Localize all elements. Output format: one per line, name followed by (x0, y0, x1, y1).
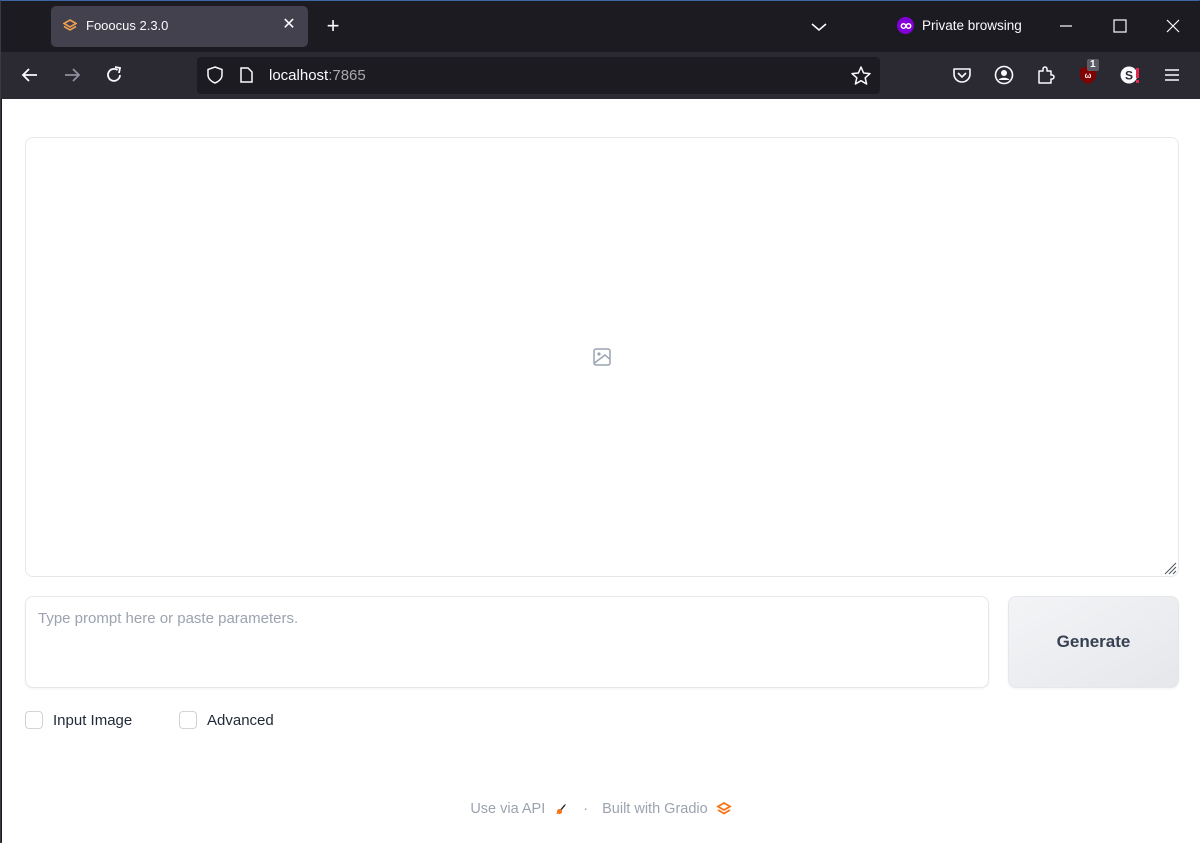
gradio-logo-icon (63, 19, 77, 31)
built-with-gradio-link[interactable]: Built with Gradio (602, 801, 732, 817)
output-gallery (25, 137, 1179, 577)
input-image-checkbox[interactable] (25, 711, 43, 729)
use-via-api-label: Use via API (470, 801, 546, 817)
pocket-icon[interactable] (951, 64, 973, 86)
footer: Use via API · Built with Gradio (2, 801, 1200, 817)
close-window-icon[interactable] (1160, 13, 1186, 39)
private-browsing-label: Private browsing (922, 18, 1022, 33)
extension-badge: 1 (1087, 59, 1099, 71)
navigation-bar: localhost:7865 ω 1 S (1, 52, 1200, 99)
new-tab-button[interactable]: + (321, 15, 345, 39)
maximize-icon[interactable] (1107, 13, 1133, 39)
advanced-checkbox-row[interactable]: Advanced (179, 711, 274, 729)
reload-icon[interactable] (103, 64, 125, 86)
input-image-label: Input Image (53, 711, 133, 729)
svg-text:S: S (1125, 69, 1133, 83)
arrow-right-icon[interactable] (61, 64, 83, 86)
url-port: :7865 (328, 67, 366, 84)
shield-icon[interactable] (205, 65, 225, 85)
title-bar: Fooocus 2.3.0 ✕ + Private browsing (1, 1, 1200, 52)
url-text[interactable]: localhost:7865 (269, 67, 366, 84)
built-with-gradio-label: Built with Gradio (602, 801, 708, 817)
page-icon[interactable] (237, 66, 255, 84)
advanced-checkbox[interactable] (179, 711, 197, 729)
private-browsing-indicator: Private browsing (897, 17, 1022, 34)
use-via-api-link[interactable]: Use via API (470, 801, 569, 817)
account-icon[interactable] (993, 64, 1015, 86)
chevron-down-icon[interactable] (807, 15, 831, 39)
page-content: Generate Input Image Advanced Use via AP… (2, 99, 1200, 843)
input-image-checkbox-row[interactable]: Input Image (25, 711, 132, 729)
tab-title: Fooocus 2.3.0 (86, 18, 169, 33)
rocket-icon (556, 804, 567, 814)
star-icon[interactable] (850, 65, 872, 87)
browser-window: Fooocus 2.3.0 ✕ + Private browsing local… (0, 0, 1200, 843)
footer-separator: · (583, 801, 589, 817)
image-icon (593, 348, 611, 366)
close-tab-icon[interactable]: ✕ (280, 16, 298, 34)
generate-button[interactable]: Generate (1008, 596, 1179, 688)
private-mask-icon (897, 17, 914, 34)
minimize-icon[interactable] (1053, 13, 1079, 39)
url-host: localhost (269, 67, 329, 84)
svg-text:ω: ω (1085, 71, 1092, 80)
prompt-input[interactable] (25, 596, 989, 688)
resize-handle-icon[interactable] (1161, 559, 1177, 575)
advanced-label: Advanced (207, 711, 274, 729)
arrow-left-icon[interactable] (19, 64, 41, 86)
puzzle-icon[interactable] (1035, 64, 1057, 86)
gradio-logo-icon (715, 801, 732, 815)
hamburger-icon[interactable] (1161, 64, 1183, 86)
browser-tab[interactable]: Fooocus 2.3.0 ✕ (51, 6, 308, 47)
url-bar[interactable]: localhost:7865 (197, 57, 880, 94)
s-extension-icon[interactable]: S (1119, 64, 1141, 86)
